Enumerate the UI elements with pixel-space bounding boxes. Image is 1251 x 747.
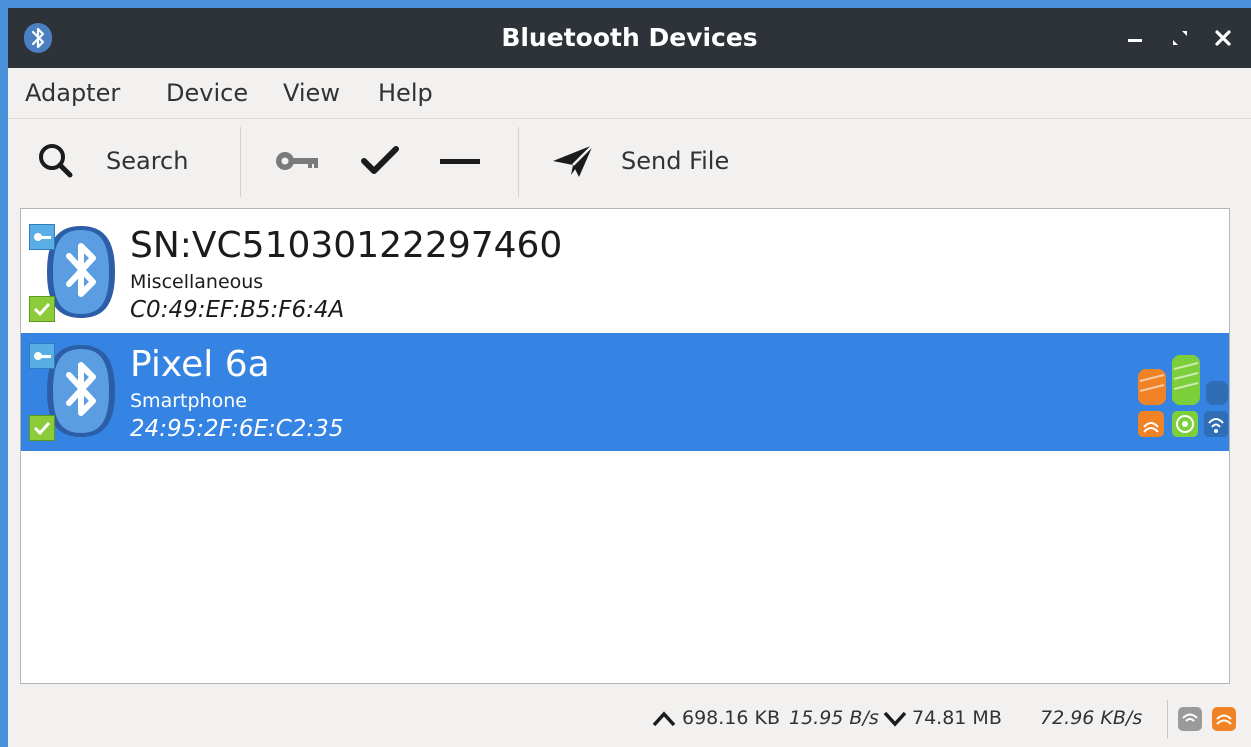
device-address: 24:95:2F:6E:C2:35	[130, 416, 344, 442]
close-button[interactable]	[1208, 23, 1238, 53]
search-button[interactable]: Search	[26, 127, 206, 195]
adapter-status-button[interactable]	[1177, 706, 1203, 732]
minimize-icon	[1128, 39, 1142, 42]
adapter-power-button[interactable]	[1211, 706, 1237, 732]
paired-key-icon	[29, 224, 55, 250]
device-address: C0:49:EF:B5:F6:4A	[130, 297, 345, 323]
device-type: Miscellaneous	[130, 271, 264, 293]
send-file-button[interactable]: Send File	[543, 127, 753, 195]
minimize-button[interactable]	[1120, 23, 1150, 53]
search-button-label: Search	[106, 147, 189, 175]
upload-arrow-icon	[652, 711, 676, 727]
remove-icon	[440, 159, 480, 164]
statusbar: 698.16 KB 15.95 B/s 74.81 MB 72.96 KB/s	[8, 690, 1251, 747]
titlebar[interactable]: Bluetooth Devices	[8, 8, 1251, 68]
trusted-check-icon	[29, 296, 55, 322]
menu-adapter[interactable]: Adapter	[25, 68, 120, 118]
download-arrow-icon	[883, 711, 907, 727]
download-total: 74.81 MB	[912, 707, 1002, 729]
key-icon	[276, 152, 318, 170]
menubar: Adapter Device View Help	[8, 68, 1251, 119]
maximize-icon	[1173, 31, 1187, 45]
signal-quality-icon	[1138, 355, 1228, 437]
device-list[interactable]: SN:VC51030122297460 Miscellaneous C0:49:…	[20, 208, 1230, 684]
trusted-check-icon	[29, 415, 55, 441]
device-row[interactable]: SN:VC51030122297460 Miscellaneous C0:49:…	[21, 214, 1229, 332]
paired-key-icon	[29, 343, 55, 369]
download-rate: 72.96 KB/s	[1040, 707, 1143, 729]
statusbar-separator	[1167, 700, 1168, 738]
upload-rate: 15.95 B/s	[789, 707, 879, 729]
device-status-icons	[1136, 355, 1228, 443]
menu-device[interactable]: Device	[166, 68, 248, 118]
menu-help[interactable]: Help	[378, 68, 433, 118]
upload-total: 698.16 KB	[682, 707, 781, 729]
menu-view[interactable]: View	[283, 68, 340, 118]
toolbar: Search Send File	[8, 119, 1251, 205]
device-icon	[29, 341, 119, 441]
send-icon	[553, 144, 594, 177]
device-name: SN:VC51030122297460	[130, 225, 563, 266]
adapter-status-icon	[1178, 707, 1202, 731]
check-icon	[361, 146, 399, 174]
search-icon	[39, 144, 73, 178]
maximize-button[interactable]	[1165, 23, 1195, 53]
adapter-power-icon	[1212, 707, 1236, 731]
window-title: Bluetooth Devices	[501, 23, 758, 52]
bluetooth-devices-window: Bluetooth Devices Adapter Device View He…	[8, 8, 1251, 747]
device-name: Pixel 6a	[130, 344, 270, 385]
remove-button[interactable]	[430, 127, 490, 195]
device-row-selected[interactable]: Pixel 6a Smartphone 24:95:2F:6E:C2:35	[21, 333, 1229, 451]
toolbar-separator	[518, 127, 519, 197]
pair-button[interactable]	[268, 127, 328, 195]
close-icon	[1215, 30, 1231, 46]
device-icon	[29, 222, 119, 322]
device-type: Smartphone	[130, 390, 247, 412]
trust-button[interactable]	[350, 127, 410, 195]
send-file-button-label: Send File	[621, 147, 730, 175]
toolbar-separator	[240, 127, 241, 197]
